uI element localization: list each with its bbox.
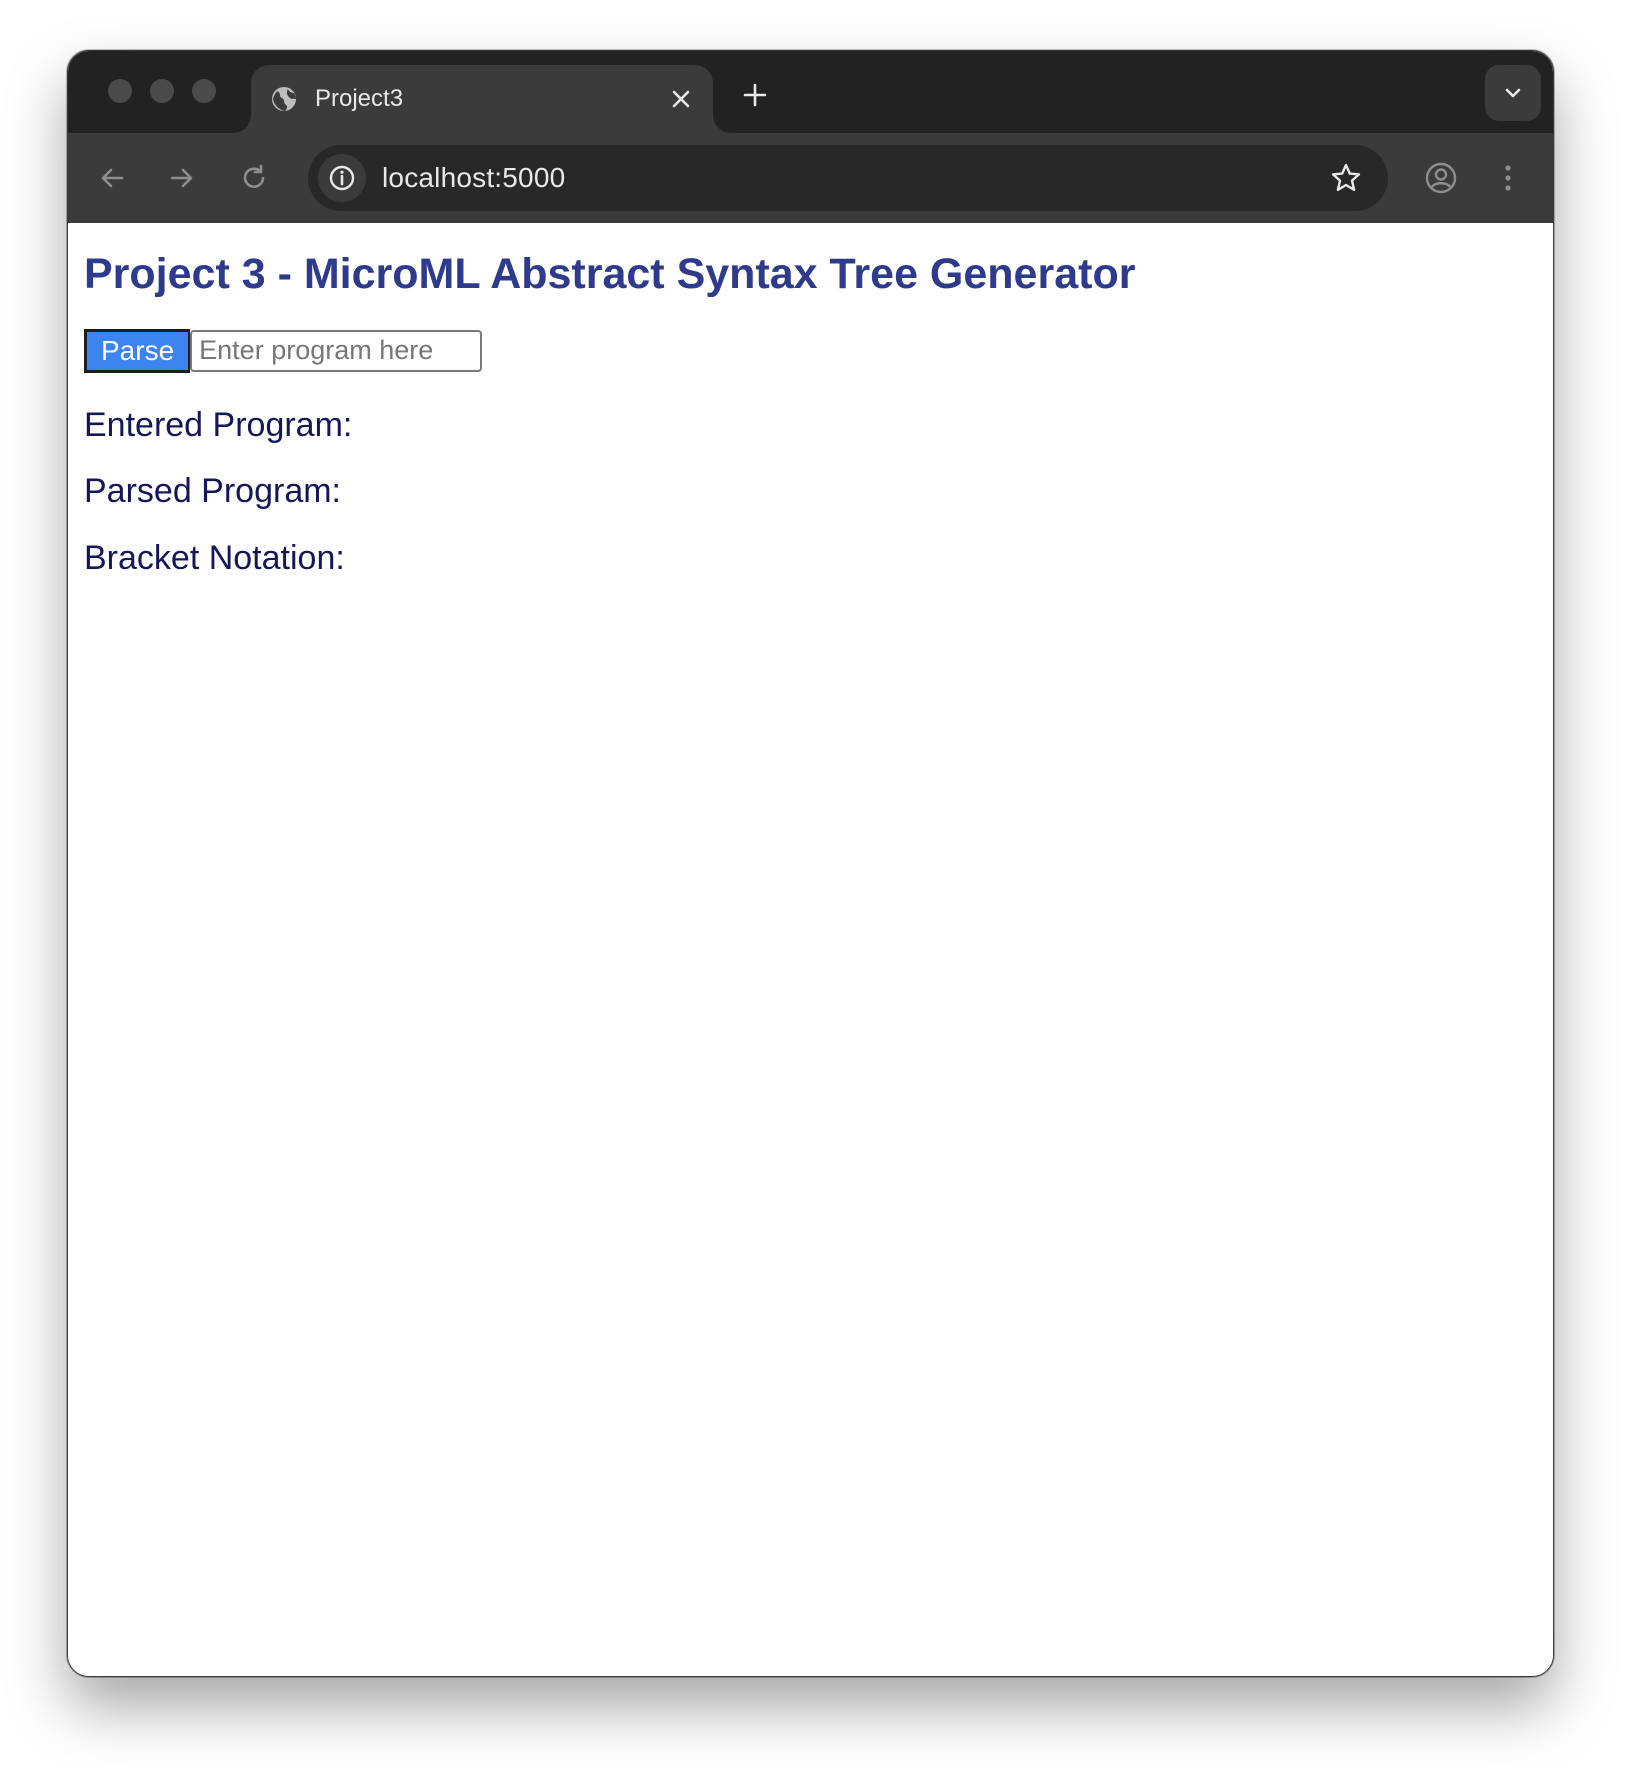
browser-window: Project3 localhost:5000 Project 3 - Micr… [67, 50, 1554, 1677]
star-icon[interactable] [1326, 158, 1366, 198]
reload-icon[interactable] [232, 156, 276, 200]
globe-icon [269, 84, 299, 114]
close-icon[interactable] [665, 83, 697, 115]
close-window-button[interactable] [108, 79, 132, 103]
page-content: Project 3 - MicroML Abstract Syntax Tree… [68, 223, 1553, 1676]
arrow-right-icon[interactable] [160, 156, 204, 200]
address-bar[interactable]: localhost:5000 [308, 145, 1388, 211]
plus-icon[interactable] [735, 75, 775, 115]
profile-icon[interactable] [1419, 156, 1463, 200]
zoom-window-button[interactable] [192, 79, 216, 103]
tab-project3[interactable]: Project3 [251, 65, 713, 133]
kebab-menu-icon[interactable] [1486, 156, 1530, 200]
tab-strip: Project3 [68, 51, 1553, 133]
url-text[interactable]: localhost:5000 [382, 162, 1326, 194]
bracket-notation-label: Bracket Notation: [84, 539, 345, 578]
program-input[interactable] [190, 329, 483, 372]
minimize-window-button[interactable] [150, 79, 174, 103]
arrow-left-icon[interactable] [90, 156, 134, 200]
entered-program-label: Entered Program: [84, 405, 353, 444]
chevron-down-icon[interactable] [1485, 65, 1541, 121]
parse-button[interactable]: Parse [84, 328, 191, 373]
info-icon[interactable] [318, 154, 366, 202]
page-title: Project 3 - MicroML Abstract Syntax Tree… [84, 250, 1136, 298]
parse-form: Parse [84, 328, 1537, 373]
parsed-program-label: Parsed Program: [84, 472, 341, 511]
tab-title: Project3 [315, 85, 404, 112]
browser-toolbar: localhost:5000 [68, 133, 1553, 223]
window-controls [108, 79, 216, 103]
